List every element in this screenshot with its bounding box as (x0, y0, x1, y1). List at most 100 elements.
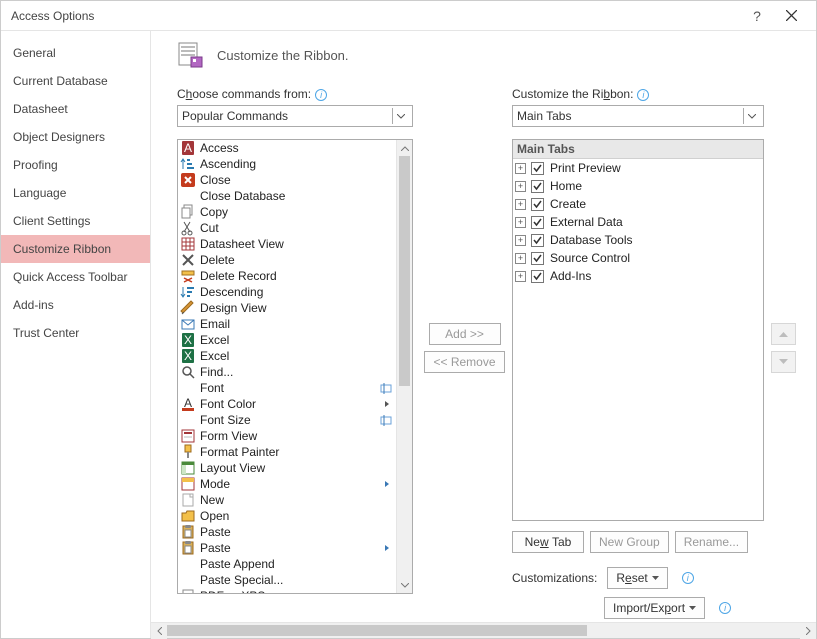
command-item[interactable]: Descending (178, 284, 396, 300)
chevron-down-icon (743, 108, 759, 124)
nav-item-client-settings[interactable]: Client Settings (1, 207, 150, 235)
expand-icon[interactable]: + (515, 163, 526, 174)
tree-item[interactable]: +External Data (513, 213, 763, 231)
command-item[interactable]: Paste Special... (178, 572, 396, 588)
nav-item-current-database[interactable]: Current Database (1, 67, 150, 95)
nav-item-general[interactable]: General (1, 39, 150, 67)
nav-item-datasheet[interactable]: Datasheet (1, 95, 150, 123)
command-item[interactable]: Paste (178, 524, 396, 540)
command-item[interactable]: Font Size (178, 412, 396, 428)
import-export-button[interactable]: Import/Export (604, 597, 705, 619)
ribbon-tree[interactable]: Main Tabs +Print Preview+Home+Create+Ext… (512, 139, 764, 521)
scroll-up-button[interactable] (397, 140, 412, 156)
command-item[interactable]: AFont Color (178, 396, 396, 412)
info-icon[interactable] (315, 89, 327, 101)
command-item[interactable]: Close (178, 172, 396, 188)
nav-item-language[interactable]: Language (1, 179, 150, 207)
expand-icon[interactable]: + (515, 235, 526, 246)
command-item[interactable]: Ascending (178, 156, 396, 172)
tree-item[interactable]: +Create (513, 195, 763, 213)
info-icon[interactable] (719, 602, 731, 614)
checkbox[interactable] (531, 198, 544, 211)
checkbox[interactable] (531, 234, 544, 247)
command-item[interactable]: AAccess (178, 140, 396, 156)
command-item[interactable]: Email (178, 316, 396, 332)
nav-item-add-ins[interactable]: Add-ins (1, 291, 150, 319)
command-item[interactable]: Datasheet View (178, 236, 396, 252)
command-item[interactable]: XExcel (178, 332, 396, 348)
command-item[interactable]: Layout View (178, 460, 396, 476)
command-item[interactable]: Open (178, 508, 396, 524)
tab-buttons-row: New Tab New Group Rename... (512, 531, 768, 553)
command-item[interactable]: Copy (178, 204, 396, 220)
checkbox[interactable] (531, 162, 544, 175)
nav-item-quick-access-toolbar[interactable]: Quick Access Toolbar (1, 263, 150, 291)
tree-item[interactable]: + Database Tools (513, 231, 763, 249)
command-item[interactable]: Paste Append (178, 556, 396, 572)
command-label: Open (200, 509, 394, 523)
tree-item[interactable]: +Print Preview (513, 159, 763, 177)
nav-item-object-designers[interactable]: Object Designers (1, 123, 150, 151)
scroll-right-button[interactable] (800, 623, 816, 639)
close-red-icon (180, 172, 196, 188)
command-item[interactable]: Design View (178, 300, 396, 316)
ribbon-dropdown[interactable]: Main Tabs (512, 105, 764, 127)
commands-listbox[interactable]: AAccessAscendingCloseClose DatabaseCopyC… (177, 139, 413, 594)
command-item[interactable]: Find... (178, 364, 396, 380)
scroll-thumb[interactable] (167, 625, 587, 636)
nav-item-proofing[interactable]: Proofing (1, 151, 150, 179)
nav-item-customize-ribbon[interactable]: Customize Ribbon (1, 235, 150, 263)
checkbox[interactable] (531, 216, 544, 229)
expand-icon[interactable]: + (515, 271, 526, 282)
new-tab-button[interactable]: New Tab (512, 531, 584, 553)
tree-label: Database Tools (550, 233, 633, 247)
command-item[interactable]: Format Painter (178, 444, 396, 460)
checkbox[interactable] (531, 270, 544, 283)
command-label: Paste Append (200, 557, 394, 571)
command-item[interactable]: Delete (178, 252, 396, 268)
content-hscroll[interactable] (151, 622, 816, 638)
command-item[interactable]: Mode (178, 476, 396, 492)
close-button[interactable] (774, 1, 808, 31)
commands-dropdown[interactable]: Popular Commands (177, 105, 413, 127)
reset-button[interactable]: Reset (607, 567, 667, 589)
command-item[interactable]: Close Database (178, 188, 396, 204)
expand-icon[interactable]: + (515, 199, 526, 210)
painter-icon (180, 444, 196, 460)
page-header: Customize the Ribbon. (177, 41, 816, 69)
command-item[interactable]: Paste (178, 540, 396, 556)
command-item[interactable]: Font (178, 380, 396, 396)
expand-icon[interactable]: + (515, 253, 526, 264)
command-label: Close (200, 173, 394, 187)
scroll-thumb[interactable] (399, 156, 410, 386)
expand-icon[interactable]: + (515, 217, 526, 228)
command-item[interactable]: Cut (178, 220, 396, 236)
info-icon[interactable] (637, 89, 649, 101)
paste-icon (180, 524, 196, 540)
command-label: Delete Record (200, 269, 394, 283)
submenu-indicator-icon (380, 397, 394, 411)
svg-text:X: X (184, 333, 192, 347)
checkbox[interactable] (531, 252, 544, 265)
nav-item-trust-center[interactable]: Trust Center (1, 319, 150, 347)
command-item[interactable]: Delete Record (178, 268, 396, 284)
checkbox[interactable] (531, 180, 544, 193)
find-icon (180, 364, 196, 380)
command-item[interactable]: Form View (178, 428, 396, 444)
ribbon-label: Customize the Ribbon: (512, 87, 768, 101)
tree-item[interactable]: +Home (513, 177, 763, 195)
scroll-left-button[interactable] (151, 623, 167, 639)
scroll-down-button[interactable] (397, 577, 412, 593)
expand-icon[interactable]: + (515, 181, 526, 192)
tree-item[interactable]: +Source Control (513, 249, 763, 267)
command-item[interactable]: PDF or XPS (178, 588, 396, 593)
submenu-indicator-icon (380, 381, 394, 395)
scrollbar-vertical[interactable] (396, 140, 412, 593)
info-icon[interactable] (682, 572, 694, 584)
svg-text:X: X (184, 349, 192, 363)
help-button[interactable]: ? (740, 8, 774, 24)
tree-item[interactable]: +Add-Ins (513, 267, 763, 285)
command-item[interactable]: XExcel (178, 348, 396, 364)
command-label: Paste (200, 525, 394, 539)
command-item[interactable]: New (178, 492, 396, 508)
